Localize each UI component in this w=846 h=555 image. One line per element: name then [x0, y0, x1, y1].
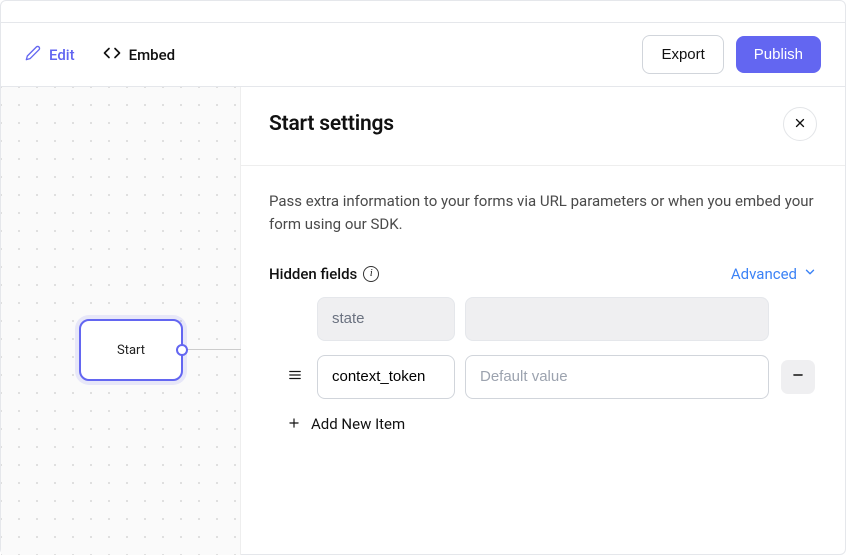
- field-name-input: [317, 297, 455, 341]
- hidden-field-row: [269, 355, 817, 399]
- edit-tab[interactable]: Edit: [25, 45, 75, 65]
- toolbar-left: Edit Embed: [25, 44, 175, 66]
- panel-description: Pass extra information to your forms via…: [269, 190, 817, 237]
- toolbar: Edit Embed Export Publish: [1, 23, 845, 87]
- flow-canvas[interactable]: Start: [1, 87, 241, 555]
- pencil-icon: [25, 45, 41, 65]
- plus-icon: [287, 415, 301, 434]
- hidden-fields-header: Hidden fields i Advanced: [269, 265, 817, 283]
- export-button[interactable]: Export: [642, 35, 723, 74]
- field-name-input[interactable]: [317, 355, 455, 399]
- hidden-fields-label: Hidden fields: [269, 265, 357, 283]
- toolbar-right: Export Publish: [642, 35, 821, 74]
- start-node-label: Start: [117, 343, 145, 358]
- panel-title: Start settings: [269, 112, 394, 136]
- add-item-button[interactable]: Add New Item: [269, 415, 817, 434]
- drag-handle-icon[interactable]: [287, 367, 303, 386]
- chevron-down-icon: [803, 265, 817, 283]
- remove-field-button[interactable]: [781, 360, 815, 394]
- hidden-field-row: [269, 297, 817, 341]
- topbar-spacer: [1, 1, 845, 23]
- embed-tab[interactable]: Embed: [103, 44, 175, 66]
- field-value-input[interactable]: [465, 355, 769, 399]
- advanced-label: Advanced: [731, 265, 797, 283]
- minus-icon: [791, 366, 805, 387]
- hidden-fields-label-group: Hidden fields i: [269, 265, 379, 283]
- embed-label: Embed: [129, 46, 175, 64]
- advanced-toggle[interactable]: Advanced: [731, 265, 817, 283]
- settings-panel: Start settings Pass extra information to…: [241, 87, 845, 555]
- code-icon: [103, 44, 121, 66]
- add-item-label: Add New Item: [311, 415, 405, 433]
- edit-label: Edit: [49, 46, 75, 64]
- node-output-port[interactable]: [176, 344, 188, 356]
- publish-button[interactable]: Publish: [736, 36, 821, 73]
- panel-body: Pass extra information to your forms via…: [241, 166, 845, 458]
- close-button[interactable]: [783, 107, 817, 141]
- main: Start Start settings Pass extra informat…: [1, 87, 845, 555]
- close-icon: [793, 116, 807, 133]
- field-value-input: [465, 297, 769, 341]
- panel-header: Start settings: [241, 87, 845, 166]
- start-node[interactable]: Start: [79, 319, 183, 381]
- node-connector: [183, 349, 241, 350]
- info-icon[interactable]: i: [363, 266, 379, 282]
